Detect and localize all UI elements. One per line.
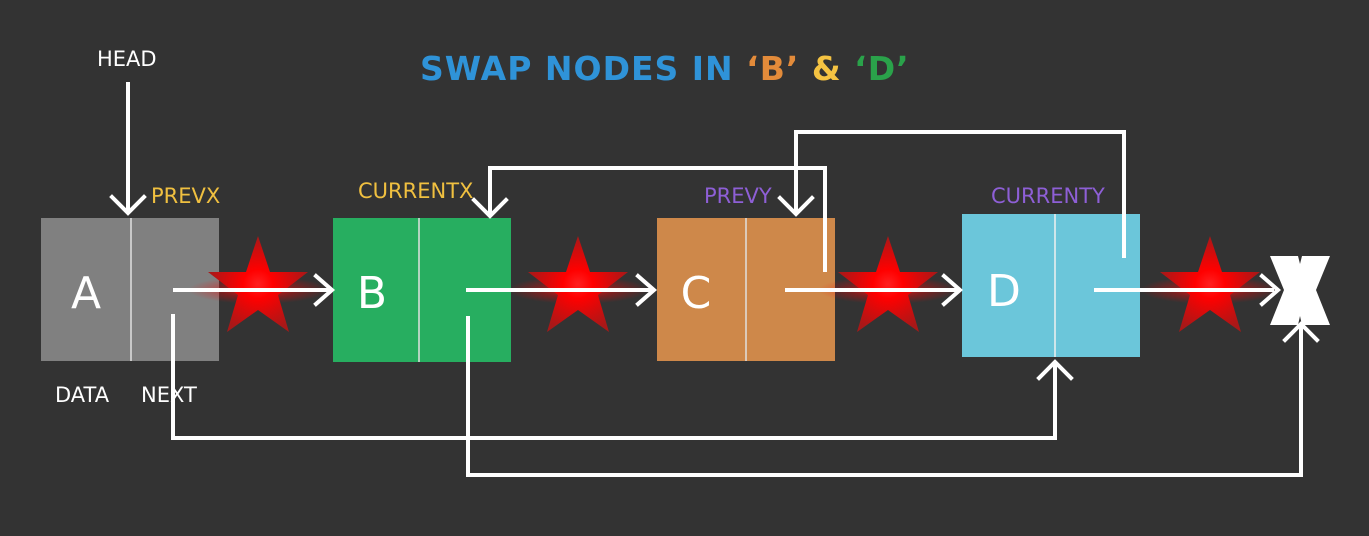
next-field-label: NEXT	[141, 383, 197, 407]
title-prefix: SWAP NODES IN	[420, 49, 746, 88]
link-b-to-x	[466, 316, 1320, 477]
title-node-b: B	[760, 49, 786, 88]
title-quote-open-b: ‘	[746, 49, 760, 88]
title-quote-close-d: ’	[896, 49, 910, 88]
prevx-label: PREVX	[151, 184, 220, 208]
title-quote-close-b: ’	[786, 49, 800, 88]
currenty-label: CURRENTY	[991, 184, 1105, 208]
swap-nodes-diagram: SWAP NODES IN ‘B’ & ‘D’ A B C D HEAD PRE…	[41, 47, 1330, 477]
currentx-label: CURRENTX	[358, 179, 473, 203]
title-node-d: D	[868, 49, 896, 88]
node-d-letter: D	[987, 266, 1021, 317]
node-c-letter: C	[681, 268, 712, 319]
title-quote-open-d: ‘	[854, 49, 868, 88]
prevy-label: PREVY	[704, 184, 772, 208]
node-a-letter: A	[71, 268, 101, 319]
head-arrow	[109, 82, 147, 216]
data-field-label: DATA	[55, 383, 110, 407]
head-label: HEAD	[97, 47, 157, 71]
red-star-icon	[1140, 236, 1280, 332]
red-star-icon	[508, 236, 648, 332]
link-a-to-d	[171, 314, 1074, 440]
node-b-letter: B	[357, 268, 387, 319]
diagram-title: SWAP NODES IN ‘B’ & ‘D’	[420, 49, 910, 88]
node-d: D	[962, 214, 1140, 357]
title-ampersand: &	[799, 49, 854, 88]
red-star-icon	[818, 236, 958, 332]
